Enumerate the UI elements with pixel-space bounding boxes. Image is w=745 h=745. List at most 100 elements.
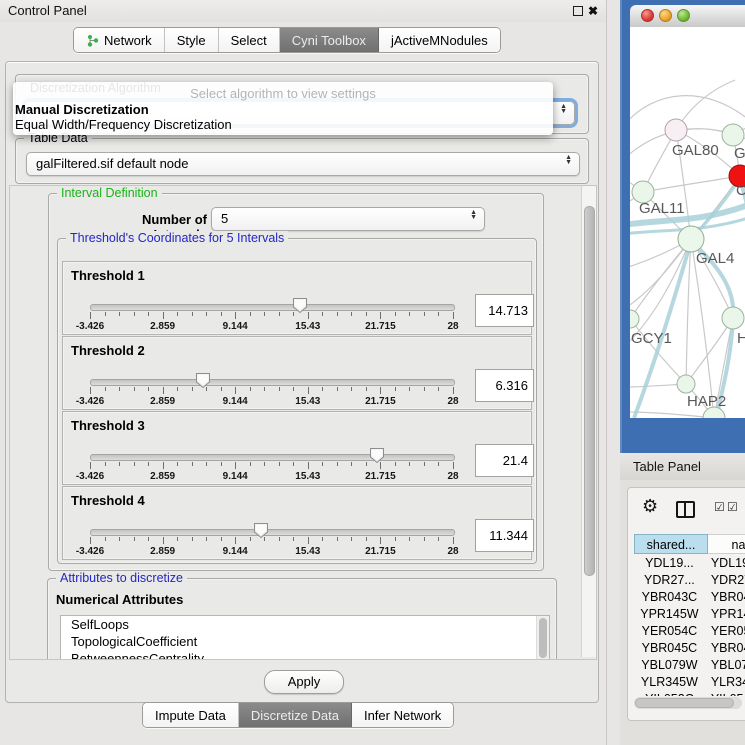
interval-definition-group: Interval Definition Number of Intervals … <box>48 193 544 571</box>
table-hscrollbar-thumb[interactable] <box>635 698 734 708</box>
table-header-row: shared... na <box>634 534 745 554</box>
dropdown-option-manual[interactable]: Manual Discretization <box>15 102 149 117</box>
table-panel-title: Table Panel <box>633 453 701 480</box>
tick-label: 2.859 <box>150 471 175 482</box>
attributes-scrollbar-thumb[interactable] <box>539 618 547 658</box>
table-data-combo[interactable]: galFiltered.sif default node ▲▼ <box>26 152 580 176</box>
number-of-intervals-combo[interactable]: 5 ▲▼ <box>211 207 485 231</box>
tab-label: Select <box>231 33 267 48</box>
threshold-value-field[interactable]: 14.713 <box>475 294 534 327</box>
tick-label: 9.144 <box>223 396 248 407</box>
settings-scrollbar[interactable] <box>581 186 596 657</box>
bottom-tab-discretize-data[interactable]: Discretize Data <box>239 703 352 727</box>
close-icon[interactable]: ✖ <box>588 3 598 19</box>
tick-label: -3.426 <box>76 321 104 332</box>
interval-definition-title: Interval Definition <box>57 186 162 201</box>
table-row[interactable]: YBR043CYBR04 <box>634 589 745 606</box>
tab-network[interactable]: Network <box>74 28 165 52</box>
column-header-shared-name[interactable]: shared... <box>634 534 708 554</box>
tick-label: 2.859 <box>150 546 175 557</box>
tab-style[interactable]: Style <box>165 28 219 52</box>
bottom-tab-infer-network[interactable]: Infer Network <box>352 703 453 727</box>
close-traffic-light-icon[interactable] <box>641 9 654 22</box>
table-horizontal-scrollbar[interactable] <box>634 697 742 709</box>
float-icon[interactable] <box>573 6 583 16</box>
tab-jactivemnodules[interactable]: jActiveMNodules <box>379 28 500 52</box>
network-edge-thick[interactable] <box>693 243 733 418</box>
attribute-list-item[interactable]: TopologicalCoefficient <box>61 633 549 650</box>
network-edge[interactable] <box>643 176 740 192</box>
tab-label: jActiveMNodules <box>391 33 488 48</box>
tab-cyni-toolbox[interactable]: Cyni Toolbox <box>280 28 379 52</box>
split-view-icon[interactable] <box>676 501 695 518</box>
minimize-traffic-light-icon[interactable] <box>659 9 672 22</box>
cell-name: YBL07 <box>705 657 745 674</box>
cell-shared-name: YIL052C <box>634 691 705 696</box>
table-row[interactable]: YDR27...YDR27 <box>634 572 745 589</box>
table-row[interactable]: YLR345WYLR34 <box>634 674 745 691</box>
network-canvas[interactable]: GAL80GACGAL11GAL4GCY1HHAP2 <box>630 27 745 418</box>
tick-label: 9.144 <box>223 321 248 332</box>
slider-track[interactable] <box>90 454 455 461</box>
attributes-scrollbar[interactable] <box>536 616 549 660</box>
cell-name: YDL19 <box>705 555 745 572</box>
table-row[interactable]: YBL079WYBL07 <box>634 657 745 674</box>
cell-name: YBR04 <box>705 589 745 606</box>
thresholds-group: Threshold's Coordinates for 5 Intervals … <box>57 238 537 564</box>
table-row[interactable]: YBR045CYBR04 <box>634 640 745 657</box>
tab-label: Style <box>177 33 206 48</box>
bottom-tab-impute-data[interactable]: Impute Data <box>143 703 239 727</box>
checkbox-icon[interactable]: ☑ <box>727 500 738 514</box>
mac-window-titlebar[interactable] <box>630 5 745 28</box>
number-of-intervals-value: 5 <box>221 208 228 230</box>
dropdown-option-equal-width[interactable]: Equal Width/Frequency Discretization <box>15 117 232 132</box>
node-green[interactable] <box>630 310 639 328</box>
attribute-list-item[interactable]: SelfLoops <box>61 616 549 633</box>
threshold-value-field[interactable]: 6.316 <box>475 369 534 402</box>
combo-stepper-icon: ▲▼ <box>565 155 572 165</box>
node-green[interactable] <box>678 226 704 252</box>
table-card: ⚙ ☑ ☑ shared... na YDL19...YDL19YDR27...… <box>627 487 745 721</box>
gear-icon[interactable]: ⚙ <box>642 496 658 517</box>
threshold-box-1: Threshold 1-3.4262.8599.14415.4321.71528… <box>62 261 532 335</box>
node-label: GCY1 <box>631 330 672 347</box>
threshold-value-field[interactable]: 11.344 <box>475 519 534 552</box>
checkbox-icon[interactable]: ☑ <box>714 500 725 514</box>
control-panel-titlebar: Control Panel ✖ <box>0 0 606 22</box>
settings-scrollbar-thumb[interactable] <box>584 206 595 576</box>
table-row[interactable]: YPR145WYPR14 <box>634 606 745 623</box>
column-header-name[interactable]: na <box>708 534 745 554</box>
slider-track[interactable] <box>90 529 455 536</box>
cell-shared-name: YBR045C <box>634 640 705 657</box>
node-green[interactable] <box>677 375 695 393</box>
slider-track[interactable] <box>90 304 455 311</box>
attribute-list-item[interactable]: BetweennessCentrality <box>61 650 549 660</box>
screen: { "window": { "title": "Control Panel" }… <box>0 0 745 745</box>
table-row[interactable]: YER054CYER05 <box>634 623 745 640</box>
slider-ticks: -3.4262.8599.14415.4321.71528 <box>90 537 453 557</box>
node-green[interactable] <box>722 124 744 146</box>
node-green[interactable] <box>722 307 744 329</box>
node-label: GAL80 <box>672 142 719 159</box>
tab-select[interactable]: Select <box>219 28 280 52</box>
cell-shared-name: YDR27... <box>634 572 705 589</box>
thresholds-group-title: Threshold's Coordinates for 5 Intervals <box>66 231 288 246</box>
node-pink[interactable] <box>665 119 687 141</box>
zoom-traffic-light-icon[interactable] <box>677 9 690 22</box>
cell-shared-name: YPR145W <box>634 606 705 623</box>
table-row[interactable]: YDL19...YDL19 <box>634 555 745 572</box>
panel-title: Control Panel <box>8 0 87 22</box>
apply-button[interactable]: Apply <box>264 670 344 694</box>
node-label: HAP2 <box>687 393 726 410</box>
network-edge[interactable] <box>630 96 745 125</box>
threshold-value-field[interactable]: 21.4 <box>475 444 534 477</box>
network-canvas-svg: GAL80GACGAL11GAL4GCY1HHAP2 <box>630 27 745 418</box>
dropdown-hint: Select algorithm to view settings <box>13 86 553 101</box>
network-edge[interactable] <box>630 412 714 418</box>
table-row[interactable]: YIL052CYIL05 <box>634 691 745 696</box>
algorithm-dropdown-popup: Select algorithm to view settings Manual… <box>13 82 553 135</box>
settings-scroll-area: Interval Definition Number of Intervals … <box>9 185 597 660</box>
threshold-label: Threshold 3 <box>71 418 145 433</box>
tick-label: 9.144 <box>223 546 248 557</box>
slider-track[interactable] <box>90 379 455 386</box>
